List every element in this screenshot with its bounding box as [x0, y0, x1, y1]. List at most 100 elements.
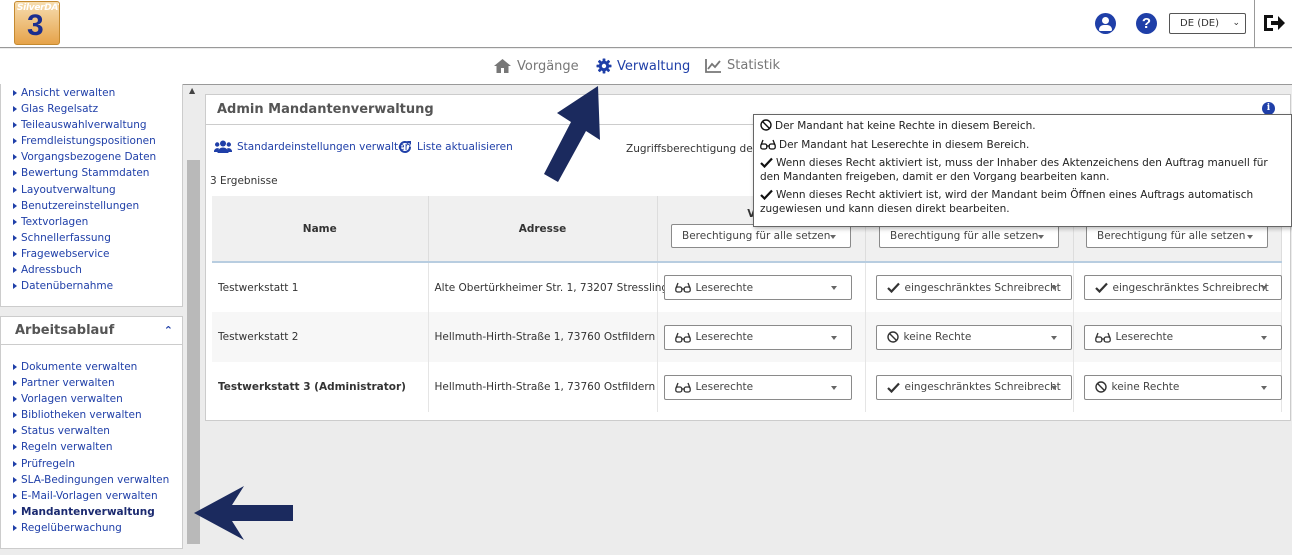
sidebar-item[interactable]: Schnellerfassung	[1, 230, 182, 246]
caret-down-icon	[1050, 385, 1057, 390]
set-all-select[interactable]: Berechtigung für alle setzen	[1086, 224, 1268, 248]
sidebar-item-label: Regelüberwachung	[21, 521, 122, 534]
sidebar-item[interactable]: E-Mail-Vorlagen verwalten	[1, 488, 182, 504]
sidebar-item[interactable]: Benutzereinstellungen	[1, 198, 182, 214]
select-value: eingeschränktes Schreibrecht	[904, 281, 1061, 294]
cell-permission: Leserechte	[657, 362, 866, 412]
permissions-legend-tooltip: Der Mandant hat keine Rechte in diesem B…	[753, 114, 1292, 227]
divider	[1254, 0, 1255, 48]
button-label: Liste aktualisieren	[417, 141, 513, 153]
sidebar-item[interactable]: Prüfregeln	[1, 456, 182, 472]
set-all-select[interactable]: Berechtigung für alle setzen	[879, 224, 1059, 248]
sidebar-item-label: Bibliotheken verwalten	[21, 409, 142, 422]
glasses-icon	[674, 282, 691, 293]
sidebar-item[interactable]: Glas Regelsatz	[1, 101, 182, 117]
scroll-up-arrow-icon[interactable]: ▲	[189, 86, 195, 95]
cell-permission: Leserechte	[657, 262, 866, 312]
caret-down-icon	[830, 235, 836, 239]
set-all-select[interactable]: Berechtigung für alle setzen	[671, 224, 851, 248]
check-icon	[886, 382, 900, 393]
refresh-list-button[interactable]: Liste aktualisieren	[398, 140, 513, 154]
caret-down-icon	[1038, 235, 1044, 239]
sidebar-item-label: Layoutverwaltung	[21, 183, 116, 196]
cell-address: Alte Obertürkheimer Str. 1, 73207 Stress…	[428, 262, 681, 312]
nav-verwaltung[interactable]: Verwaltung	[596, 58, 690, 74]
permission-select[interactable]: keine Rechte	[875, 324, 1072, 350]
sidebar-item[interactable]: Regeln verwalten	[1, 439, 182, 455]
column-header-address[interactable]: Adresse	[428, 196, 658, 263]
results-count: 3 Ergebnisse	[210, 175, 278, 187]
permission-select[interactable]: Leserechte	[663, 324, 852, 350]
sidebar-item[interactable]: Vorlagen verwalten	[1, 391, 182, 407]
caret-down-icon	[830, 335, 837, 340]
cell-address: Hellmuth-Hirth-Straße 1, 73760 Ostfilder…	[428, 362, 658, 412]
sidebar-item[interactable]: SLA-Bedingungen verwalten	[1, 472, 182, 488]
select-value: Leserechte	[695, 331, 754, 343]
chevron-down-icon: ⌄	[1232, 18, 1240, 28]
cell-permission: eingeschränktes Schreibrecht	[1073, 262, 1282, 312]
cell-address: Hellmuth-Hirth-Straße 1, 73760 Ostfilder…	[428, 312, 658, 362]
permission-select[interactable]: eingeschränktes Schreibrecht	[875, 275, 1072, 300]
sidebar-item-label: Glas Regelsatz	[21, 103, 99, 116]
sidebar-item[interactable]: Bewertung Stammdaten	[1, 165, 182, 181]
select-value: Leserechte	[695, 381, 754, 393]
nav-label: Vorgänge	[517, 58, 579, 74]
permission-select[interactable]: Leserechte	[663, 275, 852, 300]
nav-statistik[interactable]: Statistik	[705, 58, 780, 73]
help-icon[interactable]: ?	[1136, 13, 1157, 34]
cell-permission: keine Rechte	[865, 312, 1074, 362]
refresh-icon	[399, 140, 411, 153]
sidebar-item[interactable]: Regelüberwachung	[1, 520, 182, 536]
sidebar-item[interactable]: Mandantenverwaltung	[1, 504, 182, 520]
sidebar-item[interactable]: Status verwalten	[1, 423, 182, 439]
caret-down-icon	[830, 286, 837, 290]
sidebar-item[interactable]: Fragewebservice	[1, 246, 182, 262]
caret-down-icon	[1260, 286, 1267, 290]
ban-icon	[760, 119, 772, 131]
sidebar-item[interactable]: Ansicht verwalten	[1, 85, 182, 101]
sidebar-item-label: Vorlagen verwalten	[21, 393, 123, 406]
sidebar-item[interactable]: Textvorlagen	[1, 214, 182, 230]
logout-icon[interactable]	[1262, 11, 1286, 35]
sidebar-item[interactable]: Datenübernahme	[1, 278, 182, 294]
glasses-icon	[760, 139, 776, 150]
table-row[interactable]: Testwerkstatt 1 Alte Obertürkheimer Str. …	[212, 262, 1282, 312]
legend-text: Der Mandant hat Leserechte in diesem Ber…	[779, 138, 1030, 151]
column-header-name[interactable]: Name	[212, 196, 429, 263]
table-row[interactable]: Testwerkstatt 3 (Administrator) Hellmuth-…	[212, 362, 1282, 412]
table-row[interactable]: Testwerkstatt 2 Hellmuth-Hirth-Straße 1, …	[212, 312, 1282, 362]
sidebar-item[interactable]: Fremdleistungspositionen	[1, 133, 182, 149]
sidebar-item[interactable]: Vorgangsbezogene Daten	[1, 149, 182, 165]
check-icon	[760, 189, 773, 201]
sidebar-item[interactable]: Partner verwalten	[1, 375, 182, 391]
permission-select[interactable]: Leserechte	[663, 374, 852, 400]
sidebar-item-label: Mandantenverwaltung	[21, 505, 155, 518]
cell-name: Testwerkstatt 2	[212, 312, 429, 362]
sidebar-item[interactable]: Bibliotheken verwalten	[1, 407, 182, 423]
language-select[interactable]: DE (DE) ⌄	[1169, 13, 1246, 34]
app-logo[interactable]: SilverDAT 3	[14, 1, 60, 45]
cell-permission: Leserechte	[1073, 312, 1282, 362]
permission-select[interactable]: keine Rechte	[1083, 374, 1282, 400]
mandant-table: Name Adresse Vorg Berechtigung für alle …	[212, 196, 1282, 412]
chevron-up-icon: ⌃	[163, 324, 173, 337]
sidebar-item[interactable]: Adressbuch	[1, 262, 182, 278]
sidebar-item[interactable]: Teileauswahlverwaltung	[1, 117, 182, 133]
main-nav: Vorgänge Verwaltung Statistik	[0, 49, 1292, 85]
sidebar-item[interactable]: Layoutverwaltung	[1, 182, 182, 198]
manage-defaults-button[interactable]: Standardeinstellungen verwalten	[214, 140, 411, 153]
permission-select[interactable]: Leserechte	[1083, 324, 1282, 350]
permission-select[interactable]: eingeschränktes Schreibrecht	[875, 374, 1072, 400]
caret-down-icon	[830, 385, 837, 390]
sidebar-item[interactable]: Dokumente verwalten	[1, 359, 182, 375]
legend-text: Wenn dieses Recht aktiviert ist, wird de…	[760, 189, 1254, 215]
gear-icon	[596, 58, 612, 74]
cell-permission: eingeschränktes Schreibrecht	[865, 362, 1074, 412]
user-icon[interactable]	[1095, 13, 1116, 34]
top-bar: SilverDAT 3 ? DE (DE) ⌄	[0, 0, 1292, 48]
select-value: keine Rechte	[1111, 381, 1180, 393]
sidebar-section-header[interactable]: Arbeitsablauf ⌃	[1, 317, 182, 345]
permission-select[interactable]: eingeschränktes Schreibrecht	[1083, 275, 1282, 300]
nav-vorgaenge[interactable]: Vorgänge	[493, 58, 579, 74]
glasses-icon	[1094, 332, 1111, 343]
